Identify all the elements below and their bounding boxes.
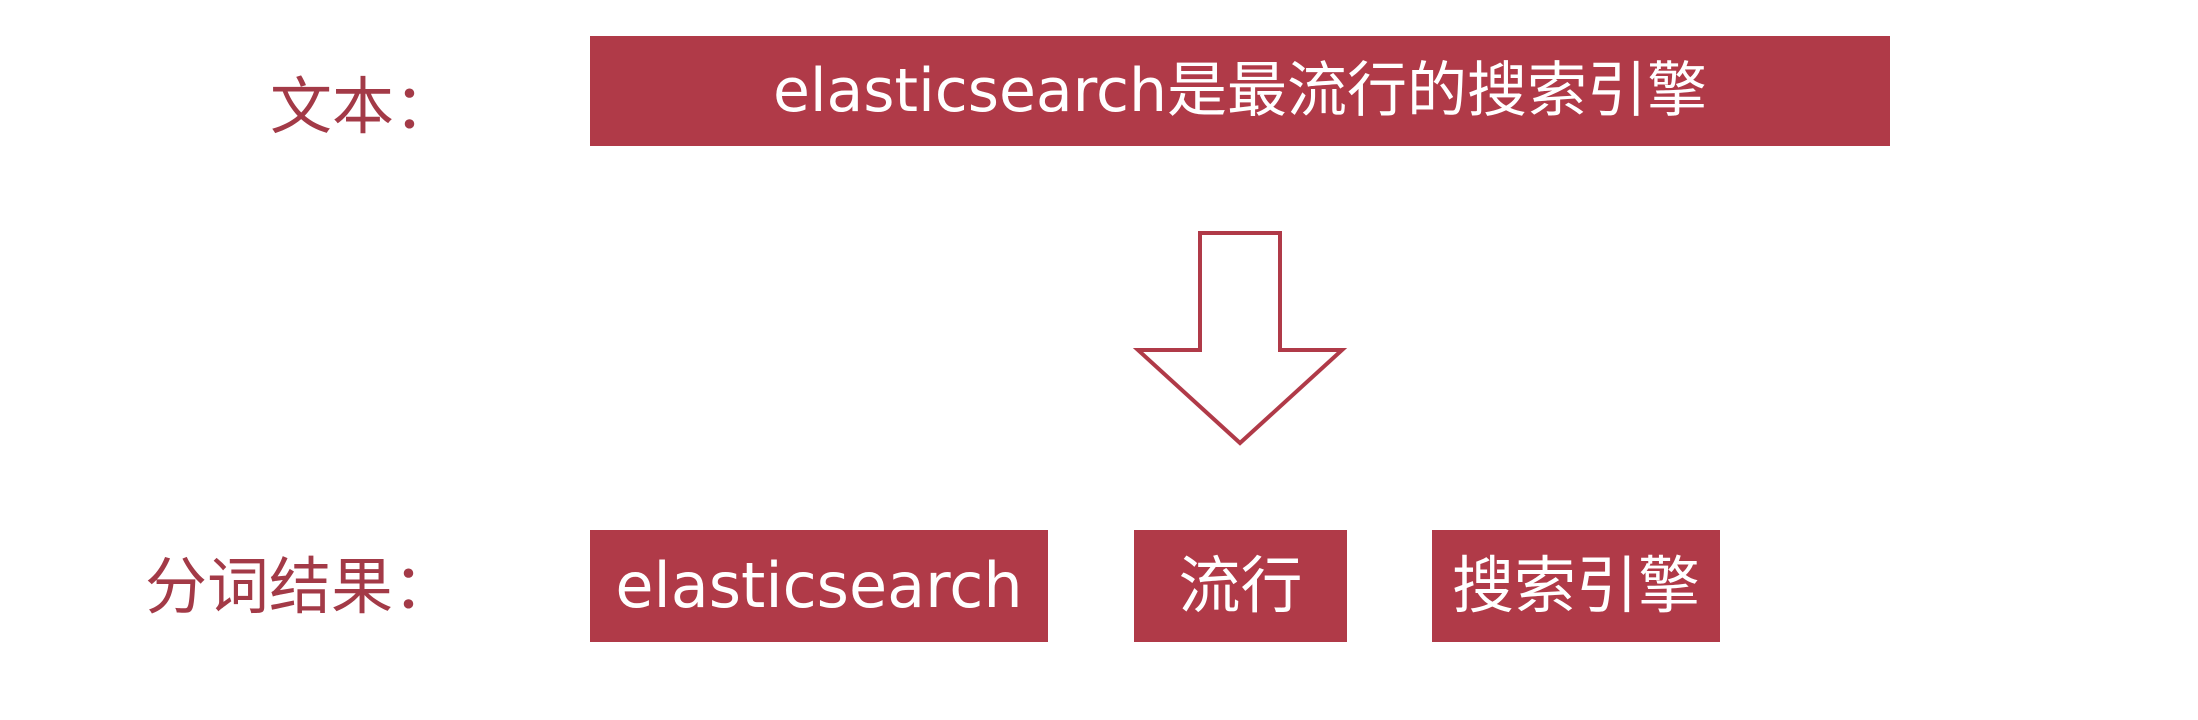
down-arrow-icon bbox=[1132, 231, 1348, 446]
token-box-elasticsearch: elasticsearch bbox=[590, 530, 1048, 642]
token-box-sousuoyinqing: 搜索引擎 bbox=[1432, 530, 1720, 642]
token-text: 搜索引擎 bbox=[1451, 549, 1700, 622]
result-label: 分词结果： bbox=[145, 550, 456, 623]
token-text: 流行 bbox=[1178, 549, 1303, 622]
token-text: elasticsearch bbox=[615, 549, 1023, 622]
token-box-liuxing: 流行 bbox=[1134, 530, 1347, 642]
input-text-box: elasticsearch是最流行的搜索引擎 bbox=[590, 36, 1890, 146]
input-text: elasticsearch是最流行的搜索引擎 bbox=[772, 56, 1708, 126]
text-label: 文本： bbox=[270, 70, 457, 143]
